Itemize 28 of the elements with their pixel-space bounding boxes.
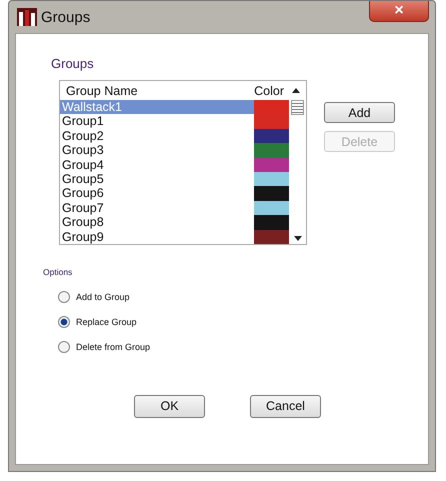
list-item[interactable]: Group1	[60, 114, 254, 129]
close-button[interactable]: ×	[369, 1, 429, 22]
radio-button[interactable]	[58, 290, 70, 303]
list-item[interactable]: Group8	[60, 215, 254, 230]
scroll-down-icon[interactable]	[294, 236, 302, 241]
list-item[interactable]: Group6	[60, 186, 254, 201]
section-label: Options	[43, 266, 74, 277]
radio-button[interactable]	[58, 340, 70, 353]
list-item[interactable]: Group4	[60, 158, 254, 172]
add-button[interactable]: Add	[324, 102, 395, 123]
app-icon	[17, 8, 37, 26]
radio-label[interactable]: Replace Group	[76, 316, 137, 327]
list-item[interactable]: Group2	[60, 128, 254, 144]
scroll-up-icon[interactable]	[292, 88, 300, 93]
radio-label[interactable]: Add to Group	[76, 292, 130, 302]
list-item[interactable]: Group9	[60, 230, 254, 244]
column-header[interactable]: Color	[254, 84, 284, 98]
window-title: Groups	[41, 8, 90, 26]
radio-button[interactable]	[58, 316, 70, 328]
list-item[interactable]: Group7	[60, 200, 254, 216]
ok-button[interactable]: OK	[134, 394, 205, 418]
list-item[interactable]: Group3	[60, 143, 254, 158]
section-label: Groups	[51, 56, 95, 71]
cancel-button[interactable]: Cancel	[250, 394, 321, 418]
list-item[interactable]: Group5	[60, 172, 254, 186]
scroll-thumb[interactable]	[291, 100, 304, 115]
radio-label[interactable]: Delete from Group	[76, 342, 150, 352]
column-header[interactable]: Group Name	[66, 84, 254, 98]
